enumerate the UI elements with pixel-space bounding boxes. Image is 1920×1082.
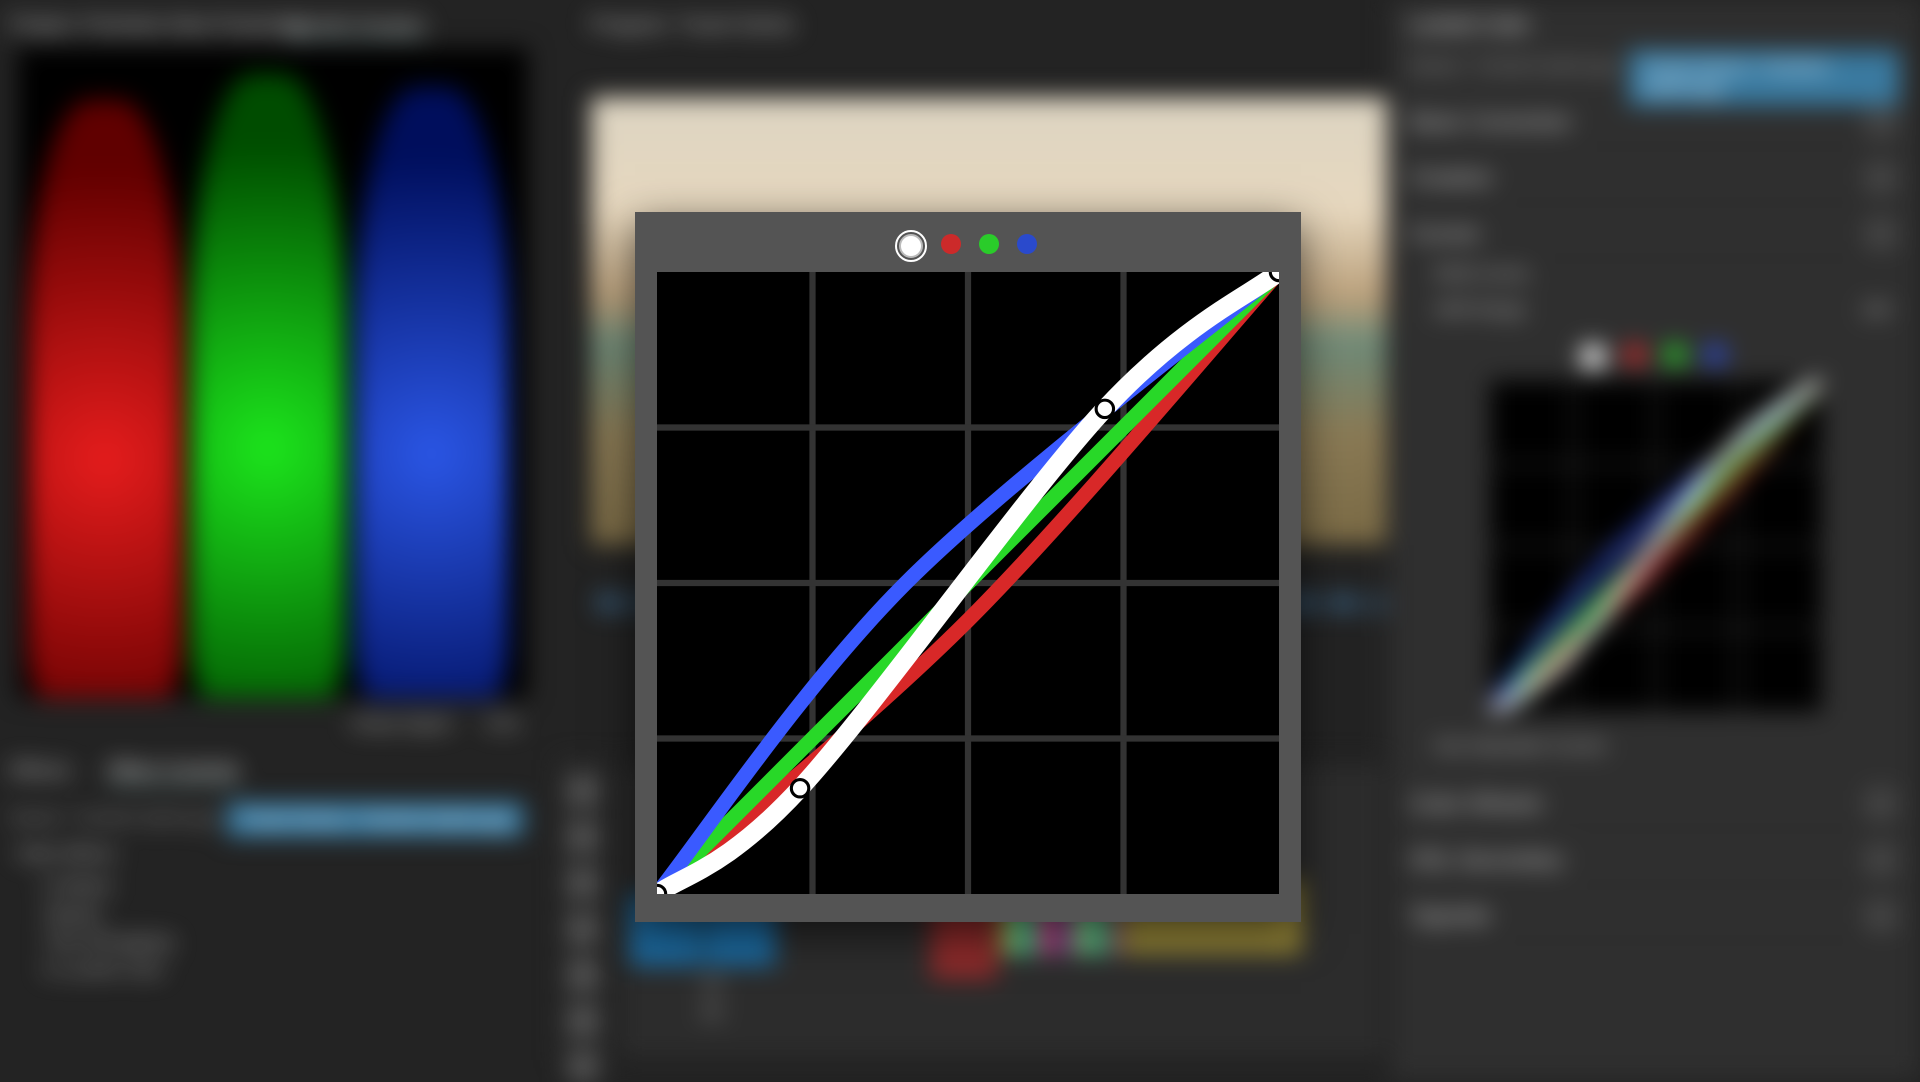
channel-blue-icon[interactable]	[1017, 234, 1037, 254]
creative-toggle[interactable]	[1868, 165, 1894, 191]
fx-opacity-row[interactable]: Opacity	[44, 904, 102, 924]
lumetri-master-label: Master * Kindred Spirits.jpg	[1410, 56, 1616, 76]
creative-label: Creative	[1410, 165, 1492, 191]
vignette-label: Vignette	[1410, 903, 1490, 929]
fx-lumetri-row[interactable]: fx Lumetri Color	[44, 960, 164, 980]
color-wheels-toggle[interactable]	[1868, 791, 1894, 817]
channel-white-icon[interactable]	[899, 234, 923, 258]
hsl-secondary-toggle[interactable]	[1868, 847, 1894, 873]
effect-clip-chip[interactable]: Travel Series * Kindred Spirits.jpg	[226, 802, 524, 837]
mini-curves-svg	[1491, 381, 1821, 711]
channel-selector-dots	[657, 234, 1279, 258]
mini-dot-blue-icon[interactable]	[1704, 344, 1726, 366]
scopes-tab[interactable]: Lumetri Scopes	[286, 14, 425, 39]
video-effects-section: Video Effects	[16, 844, 116, 864]
lumetri-section-creative[interactable]: Creative	[1410, 154, 1900, 203]
lumetri-section-secondary[interactable]: HSL Secondary	[1410, 836, 1900, 885]
clamp-signal-label[interactable]: Clamp Signal	[350, 714, 451, 734]
lumetri-section-curves[interactable]: Curves	[1410, 210, 1900, 259]
mini-dot-red-icon[interactable]	[1624, 344, 1646, 366]
mini-dot-green-icon[interactable]	[1664, 344, 1686, 366]
rgb-curves-svg[interactable]	[657, 272, 1279, 894]
track-v1-label: V1	[702, 974, 723, 994]
effect-master-label: Master * Kindred Spirits.jpg	[10, 808, 216, 828]
hdr-range-label: HDR Range	[1434, 300, 1526, 320]
mini-dot-white-icon[interactable]	[1580, 344, 1606, 370]
mini-rgb-curves[interactable]	[1490, 380, 1822, 712]
hdr-range-value[interactable]: 100	[1862, 300, 1890, 320]
track-a1-label: A1	[702, 1002, 723, 1022]
rgb-curves-graph[interactable]	[657, 272, 1279, 894]
timeline-tool-column[interactable]	[560, 760, 606, 1060]
project-label: Project: Premiere New Practicing	[10, 14, 303, 37]
curves-toggle[interactable]	[1868, 221, 1894, 247]
channel-red-icon[interactable]	[941, 234, 961, 254]
curves-label: Curves	[1410, 221, 1480, 247]
lumetri-section-vignette[interactable]: Vignette	[1410, 892, 1900, 941]
mini-channel-dots[interactable]	[1580, 344, 1726, 370]
color-wheels-label: Color Wheels	[1410, 791, 1542, 817]
fx-motion-row[interactable]: fx Motion	[44, 876, 113, 896]
rgb-curves-popup	[635, 212, 1301, 922]
channel-green-icon[interactable]	[979, 234, 999, 254]
vignette-toggle[interactable]	[1868, 903, 1894, 929]
effect-controls-tab[interactable]: Effect Controls	[108, 760, 239, 785]
lumetri-panel: Lumetri Color Master * Kindred Spirits.j…	[1389, 0, 1920, 1080]
program-panel-label: Program: Travel Series	[590, 14, 795, 37]
basic-correction-toggle[interactable]	[1868, 109, 1894, 135]
rgb-curves-sublabel[interactable]: RGB Curves	[1434, 264, 1529, 284]
hsl-secondary-label: HSL Secondary	[1410, 847, 1563, 873]
effects-tab[interactable]: Effects	[10, 760, 71, 783]
lumetri-section-basic[interactable]: Basic Correction	[1410, 98, 1900, 147]
program-timecode-out: 00:06:10	[1286, 592, 1401, 619]
scope-display-mode[interactable]: 8 bit	[486, 714, 518, 734]
hue-sat-curves-label[interactable]: Hue Saturation Curves	[1434, 736, 1606, 756]
fx-time-remapping-row[interactable]: Time Remapping	[44, 932, 173, 952]
rgb-parade-scope	[18, 48, 528, 698]
lumetri-section-wheels[interactable]: Color Wheels	[1410, 780, 1900, 829]
basic-correction-label: Basic Correction	[1410, 109, 1571, 135]
lumetri-panel-title: Lumetri Color	[1410, 14, 1530, 37]
